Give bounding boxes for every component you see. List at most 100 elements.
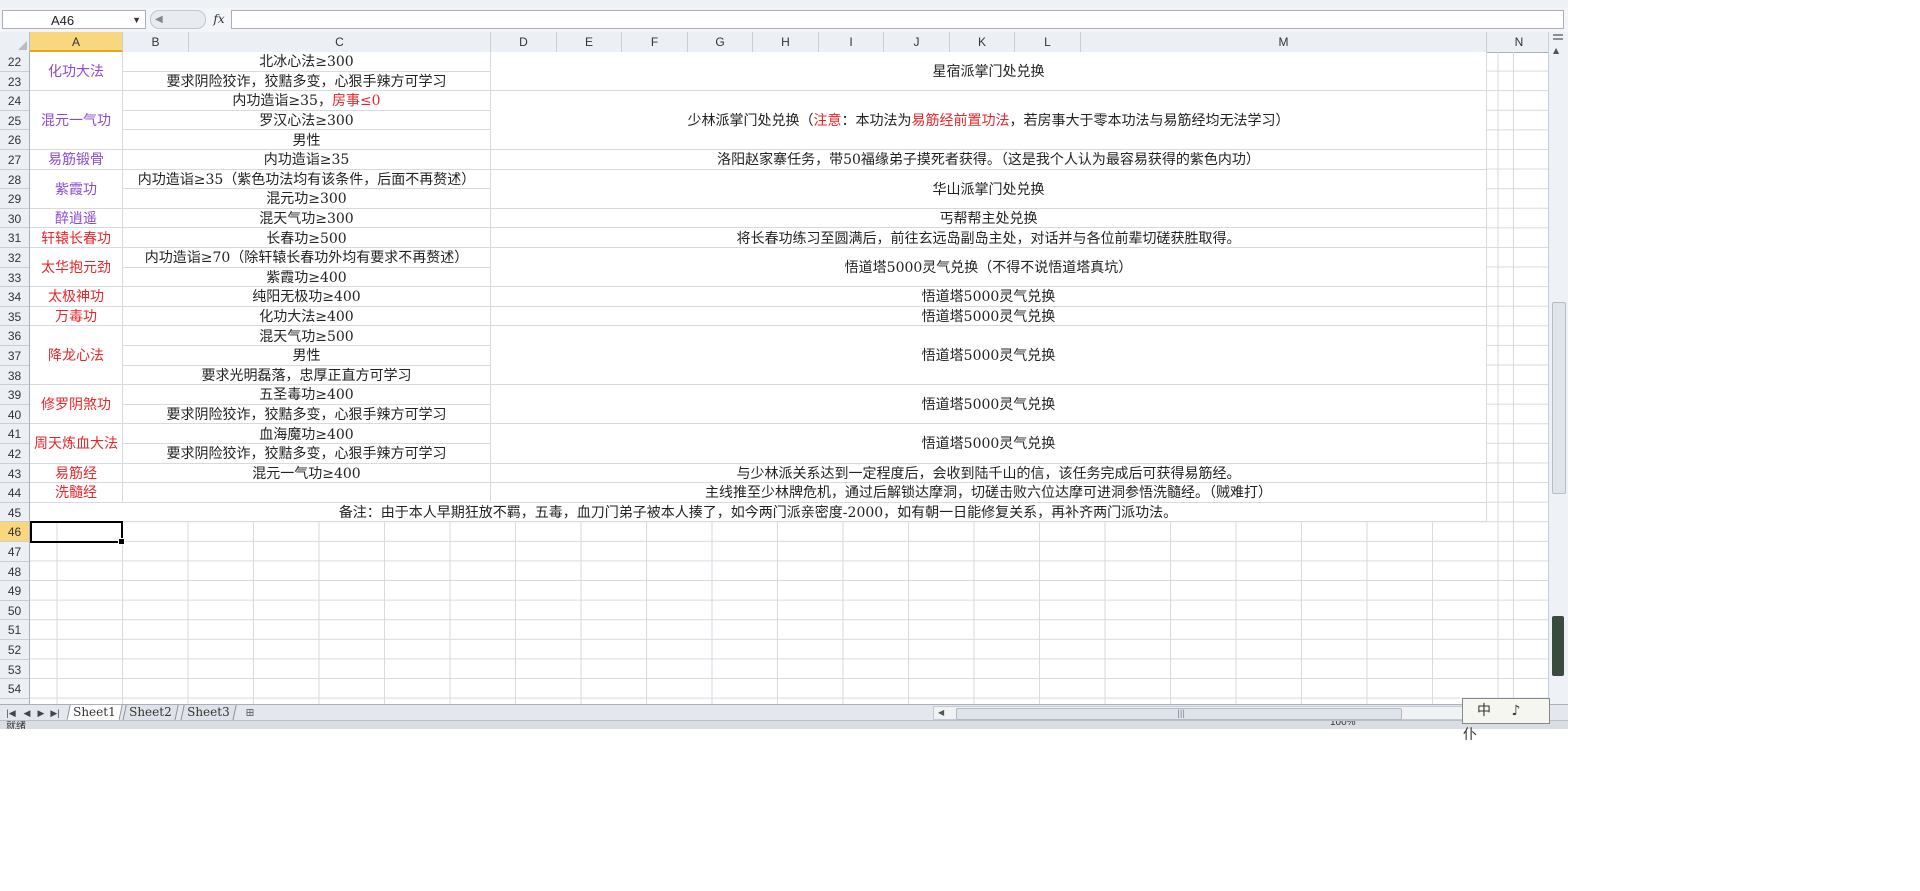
cell-requirement[interactable]: 北冰心法≥300 [123,52,491,72]
column-header-j[interactable]: J [884,32,950,52]
cell-source[interactable]: 主线推至少林牌危机，通过后解锁达摩洞，切磋击败六位达摩可进洞参悟洗髓经。（贼难打… [491,483,1487,503]
row-header-27[interactable]: 27 [0,150,29,170]
tab-sheet2[interactable]: Sheet2 [122,705,179,721]
scroll-left-icon[interactable]: ◀ [938,707,944,719]
cell-skill-name[interactable]: 易筋锻骨 [30,150,123,170]
cell-skill-name[interactable]: 太华抱元劲 [30,248,123,288]
cell-requirement[interactable]: 纯阳无极功≥400 [123,287,491,307]
row-header-25[interactable]: 25 [0,111,29,131]
row-header-26[interactable]: 26 [0,130,29,150]
zoom-level[interactable]: 100% [1330,721,1356,728]
cell-source[interactable]: 洛阳赵家寨任务，带50福缘弟子摸死者获得。（这是我个人认为最容易获得的紫色内功） [491,150,1487,170]
cell-source[interactable]: 悟道塔5000灵气兑换 [491,326,1487,386]
cell-requirement[interactable]: 混元功≥300 [123,189,491,209]
cell-requirement[interactable]: 五圣毒功≥400 [123,385,491,405]
cell-skill-name[interactable]: 修罗阴煞功 [30,385,123,425]
cell-requirement[interactable]: 混天气功≥300 [123,208,491,229]
cell-requirement[interactable]: 男性 [123,130,491,150]
row-header-31[interactable]: 31 [0,228,29,248]
ime-toolbar[interactable]: 中 ♪ 仆 [1462,698,1550,743]
cell-source[interactable]: 与少林派关系达到一定程度后，会收到陆千山的信，该任务完成后可获得易筋经。 [491,463,1487,484]
column-header-k[interactable]: K [950,32,1015,52]
cell-requirement[interactable]: 内功造诣≥35（紫色功法均有该条件，后面不再赘述） [123,169,491,190]
next-sheet-icon[interactable]: ▶ [34,706,48,720]
cell-skill-name[interactable]: 紫霞功 [30,169,123,209]
cell-requirement[interactable]: 混天气功≥500 [123,326,491,346]
split-handle-icon[interactable] [1553,34,1563,40]
prev-sheet-icon[interactable]: ◀ [20,706,34,720]
horizontal-scrollbar[interactable]: ◀ ||| ▶ [933,706,1545,720]
cell-skill-name[interactable]: 化功大法 [30,52,123,92]
row-header-45[interactable]: 45 [0,503,29,523]
column-header-i[interactable]: I [819,32,884,52]
tab-sheet3[interactable]: Sheet3 [180,705,237,721]
row-header-40[interactable]: 40 [0,405,29,425]
column-header-l[interactable]: L [1015,32,1081,52]
insert-function-button[interactable]: fx [210,10,228,29]
cell-requirement[interactable]: 要求阴险狡诈，狡黠多变，心狠手辣方可学习 [123,444,491,464]
tab-sheet1[interactable]: Sheet1 [66,705,123,721]
row-header-49[interactable]: 49 [0,581,29,601]
cell-requirement[interactable]: 罗汉心法≥300 [123,110,491,131]
active-cell-a46[interactable] [30,521,125,545]
column-header-f[interactable]: F [622,32,688,52]
row-header-44[interactable]: 44 [0,483,29,503]
column-header-a[interactable]: A [30,32,123,52]
cell-note[interactable]: 备注：由于本人早期狂放不羁，五毒，血刀门弟子被本人揍了，如今两门派亲密度-200… [30,502,1487,523]
worksheet-grid[interactable]: 化功大法 北冰心法≥300 要求阴险狡诈，狡黠多变，心狠手辣方可学习 星宿派掌门处兑换… [30,52,1548,704]
column-header-e[interactable]: E [557,32,622,52]
floating-tool-handle[interactable] [1552,616,1564,676]
cell-requirement[interactable]: 男性 [123,346,491,366]
row-header-43[interactable]: 43 [0,464,29,484]
cell-skill-name[interactable]: 降龙心法 [30,326,123,386]
cell-requirement[interactable]: 内功造诣≥70（除轩辕长春功外均有要求不再赘述） [123,248,491,268]
row-header-30[interactable]: 30 [0,209,29,229]
row-header-33[interactable]: 33 [0,268,29,288]
cell-requirement[interactable] [123,483,491,503]
cell-source[interactable]: 悟道塔5000灵气兑换 [491,424,1487,464]
cell-source[interactable]: 将长春功练习至圆满后，前往玄远岛副岛主处，对话并与各位前辈切磋获胜取得。 [491,228,1487,248]
cell-source[interactable]: 悟道塔5000灵气兑换 [491,306,1487,327]
column-header-c[interactable]: C [189,32,491,52]
row-header-29[interactable]: 29 [0,189,29,209]
cell-source[interactable]: 星宿派掌门处兑换 [491,52,1487,92]
cell-requirement[interactable]: 紫霞功≥400 [123,267,491,288]
cell-requirement[interactable]: 内功造诣≥35 [123,150,491,170]
cell-source[interactable]: 丐帮帮主处兑换 [491,208,1487,229]
scroll-up-icon[interactable]: ▲ [1553,46,1559,55]
cell-source[interactable]: 悟道塔5000灵气兑换 [491,287,1487,307]
row-header-39[interactable]: 39 [0,385,29,405]
row-header-22[interactable]: 22 [0,52,29,72]
vertical-scroll-thumb[interactable] [1552,302,1566,494]
column-header-d[interactable]: D [491,32,557,52]
column-header-h[interactable]: H [753,32,819,52]
row-header-24[interactable]: 24 [0,91,29,111]
column-header-n[interactable]: N [1487,32,1552,52]
row-header-35[interactable]: 35 [0,307,29,327]
cell-skill-name[interactable]: 混元一气功 [30,91,123,150]
select-all-corner[interactable] [0,32,30,52]
cell-requirement[interactable]: 内功造诣≥35， 房事≤0 [123,91,491,111]
row-header-52[interactable]: 52 [0,640,29,660]
column-header-m[interactable]: M [1081,32,1487,52]
row-header-53[interactable]: 53 [0,660,29,680]
cell-skill-name[interactable]: 醉逍遥 [30,208,123,229]
row-header-46[interactable]: 46 [0,522,29,542]
column-header-g[interactable]: G [688,32,753,52]
vertical-scrollbar[interactable]: ▲ [1548,32,1568,704]
cell-requirement[interactable]: 化功大法≥400 [123,306,491,327]
row-header-23[interactable]: 23 [0,72,29,92]
cell-skill-name[interactable]: 太极神功 [30,287,123,307]
row-header-51[interactable]: 51 [0,620,29,640]
last-sheet-icon[interactable]: ▶| [48,706,62,720]
row-header-42[interactable]: 42 [0,444,29,464]
row-header-47[interactable]: 47 [0,542,29,562]
cell-requirement[interactable]: 血海魔功≥400 [123,424,491,444]
cell-requirement[interactable]: 长春功≥500 [123,228,491,248]
cell-skill-name[interactable]: 万毒功 [30,306,123,327]
cell-requirement[interactable]: 要求阴险狡诈，狡黠多变，心狠手辣方可学习 [123,404,491,425]
row-header-28[interactable]: 28 [0,170,29,190]
formula-expand-handle[interactable]: ◀ [150,10,206,29]
chevron-down-icon[interactable]: ▼ [84,11,141,30]
cell-skill-name[interactable]: 周天炼血大法 [30,424,123,464]
